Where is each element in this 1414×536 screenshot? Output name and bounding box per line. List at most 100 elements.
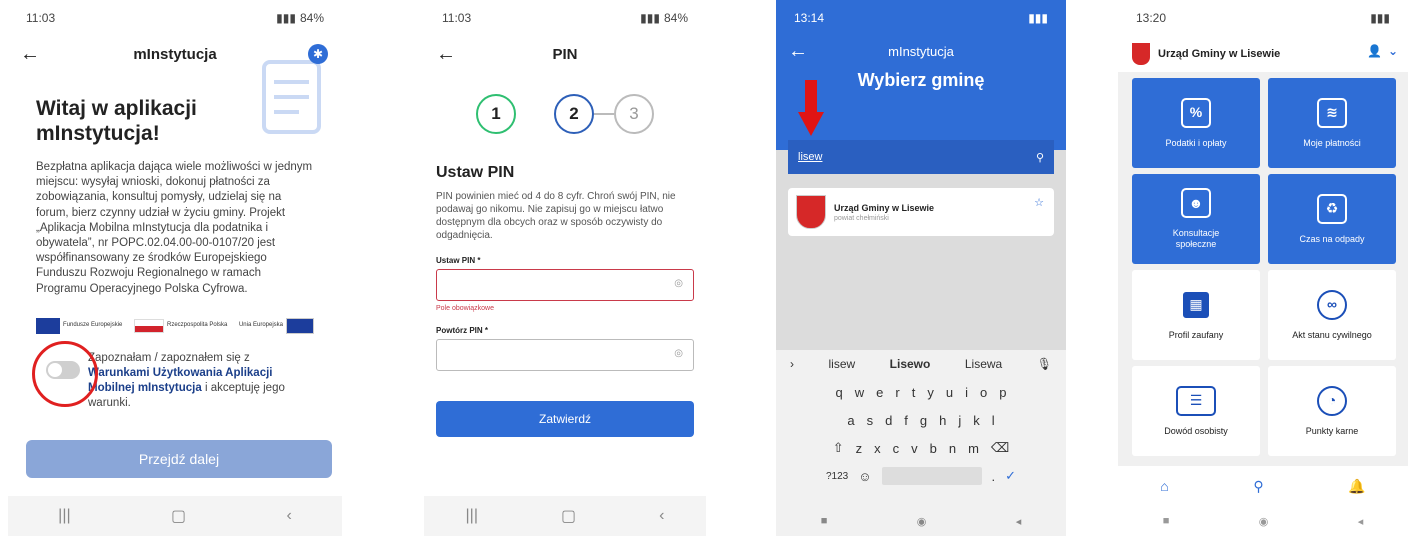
repeat-pin-input[interactable]: ◎ — [436, 339, 694, 371]
search-icon[interactable]: ⚲ — [1036, 151, 1044, 164]
back-icon[interactable]: ◂ — [1016, 515, 1022, 528]
status-bar: 13:14 ▮▮▮ — [776, 0, 1066, 36]
key-p[interactable]: p — [999, 385, 1006, 400]
eu-funds-logo-icon — [36, 317, 60, 334]
back-icon[interactable]: ‹ — [286, 507, 291, 525]
key-r[interactable]: r — [895, 385, 899, 400]
app-title: mInstytucja — [133, 45, 217, 63]
recents-icon[interactable]: ■ — [821, 515, 828, 527]
home-icon[interactable]: ▢ — [561, 506, 576, 526]
backspace-key-icon[interactable]: ⌫ — [991, 440, 1009, 456]
tile-taxes[interactable]: % Podatki i opłaty — [1132, 78, 1260, 168]
key-b[interactable]: b — [930, 441, 937, 456]
app-title: mInstytucja — [888, 43, 954, 59]
emoji-key-icon[interactable]: ☺ — [858, 469, 871, 484]
id-card-icon: ☰ — [1176, 385, 1216, 416]
bell-icon[interactable]: 🔔 — [1348, 478, 1365, 495]
key-x[interactable]: x — [874, 441, 881, 456]
search-input[interactable]: lisew ⚲ — [788, 140, 1054, 174]
key-m[interactable]: m — [968, 441, 979, 456]
clock: 13:20 — [1136, 11, 1167, 25]
key-d[interactable]: d — [885, 413, 892, 428]
enter-key-icon[interactable]: ✓ — [1005, 468, 1016, 484]
repeat-pin-label: Powtórz PIN * — [436, 326, 489, 335]
step-3: 3 — [614, 94, 654, 134]
status-bar: 11:03 ▮▮▮ 84% — [424, 0, 706, 36]
key-y[interactable]: y — [927, 385, 934, 400]
key-a[interactable]: a — [847, 413, 854, 428]
continue-button[interactable]: Przejdź dalej — [26, 440, 332, 478]
microphone-icon[interactable]: 🎙 — [1037, 357, 1052, 371]
pin-input[interactable]: ◎ — [436, 269, 694, 301]
search-icon[interactable]: ⚲ — [1253, 478, 1263, 495]
recents-icon[interactable]: ■ — [1163, 515, 1170, 527]
key-g[interactable]: g — [920, 413, 927, 428]
key-e[interactable]: e — [876, 385, 883, 400]
back-icon[interactable]: ◂ — [1358, 515, 1364, 528]
tile-civil-status[interactable]: ∞ Akt stanu cywilnego — [1268, 270, 1396, 360]
key-n[interactable]: n — [949, 441, 956, 456]
key-z[interactable]: z — [856, 441, 863, 456]
key-q[interactable]: q — [836, 385, 843, 400]
tile-id-card[interactable]: ☰ Dowód osobisty — [1132, 366, 1260, 456]
suggestion[interactable]: Lisewo — [890, 357, 931, 371]
terms-consent: Zapoznałam / zapoznałem się z Warunkami … — [32, 340, 314, 411]
result-name: Urząd Gminy w Lisewie — [834, 202, 935, 213]
key-f[interactable]: f — [904, 413, 908, 428]
services-grid: % Podatki i opłaty ≋ Moje płatności ☻ Konsu… — [1132, 78, 1400, 456]
suggestion[interactable]: Lisewa — [965, 357, 1002, 371]
user-menu[interactable]: 👤 ⌄ — [1367, 44, 1398, 58]
back-arrow-icon[interactable]: ← — [436, 43, 456, 66]
tile-consultations[interactable]: ☻ Konsultacje społeczne — [1132, 174, 1260, 264]
confirm-button[interactable]: Zatwierdź — [436, 401, 694, 437]
recycle-bin-icon: ♻ — [1317, 193, 1347, 224]
key-i[interactable]: i — [965, 385, 968, 400]
header-panel: 13:14 ▮▮▮ ← mInstytucja Wybierz gminę — [776, 0, 1066, 150]
tile-payments[interactable]: ≋ Moje płatności — [1268, 78, 1396, 168]
clock: 11:03 — [442, 11, 472, 25]
terms-toggle[interactable] — [46, 360, 80, 379]
key-v[interactable]: v — [911, 441, 918, 456]
pin-label: Ustaw PIN * — [436, 256, 481, 265]
expand-icon[interactable]: › — [790, 357, 794, 371]
pin-error: Pole obowiązkowe — [436, 305, 494, 312]
recents-icon[interactable]: ||| — [58, 507, 70, 525]
home-icon[interactable]: ◉ — [1259, 515, 1269, 528]
key-j[interactable]: j — [958, 413, 961, 428]
key-s[interactable]: s — [867, 413, 874, 428]
key-h[interactable]: h — [939, 413, 946, 428]
recents-icon[interactable]: ||| — [466, 507, 478, 525]
key-c[interactable]: c — [893, 441, 900, 456]
period-key[interactable]: . — [992, 469, 996, 484]
tile-waste[interactable]: ♻ Czas na odpady — [1268, 174, 1396, 264]
back-arrow-icon[interactable]: ← — [20, 43, 40, 66]
shift-key-icon[interactable]: ⇧ — [833, 440, 844, 456]
suggestion[interactable]: lisew — [829, 357, 856, 371]
tile-trusted-profile[interactable]: ▦ Profil zaufany — [1132, 270, 1260, 360]
space-key[interactable] — [881, 467, 982, 485]
pin-hint: PIN powinien mieć od 4 do 8 cyfr. Chroń … — [436, 191, 676, 241]
suggestion-bar: › lisew Lisewo Lisewa 🎙 — [776, 350, 1066, 378]
key-o[interactable]: o — [980, 385, 987, 400]
eye-icon[interactable]: ◎ — [674, 348, 683, 359]
home-icon[interactable]: ⌂ — [1160, 478, 1168, 494]
home-icon[interactable]: ▢ — [171, 506, 186, 526]
coat-of-arms-icon — [1132, 43, 1150, 65]
percent-icon: % — [1181, 97, 1211, 128]
favorite-star-icon[interactable]: ☆ — [1034, 196, 1044, 209]
key-t[interactable]: t — [912, 385, 916, 400]
tile-penalty-points[interactable]: ◔ Punkty karne — [1268, 366, 1396, 456]
eye-icon[interactable]: ◎ — [674, 278, 683, 289]
back-icon[interactable]: ‹ — [659, 507, 664, 525]
app-bar: ← mInstytucja — [776, 36, 1066, 66]
key-l[interactable]: l — [992, 413, 995, 428]
numbers-key[interactable]: ?123 — [826, 471, 848, 482]
result-card[interactable]: Urząd Gminy w Lisewie powiat chełmiński … — [788, 188, 1054, 236]
back-arrow-icon[interactable]: ← — [788, 40, 808, 63]
key-k[interactable]: k — [973, 413, 980, 428]
key-u[interactable]: u — [946, 385, 953, 400]
keyboard: › lisew Lisewo Lisewa 🎙 qwertyuiop asdfg… — [776, 350, 1066, 536]
key-w[interactable]: w — [855, 385, 864, 400]
home-icon[interactable]: ◉ — [917, 515, 927, 528]
stepper: 1 2 3 — [424, 94, 706, 134]
